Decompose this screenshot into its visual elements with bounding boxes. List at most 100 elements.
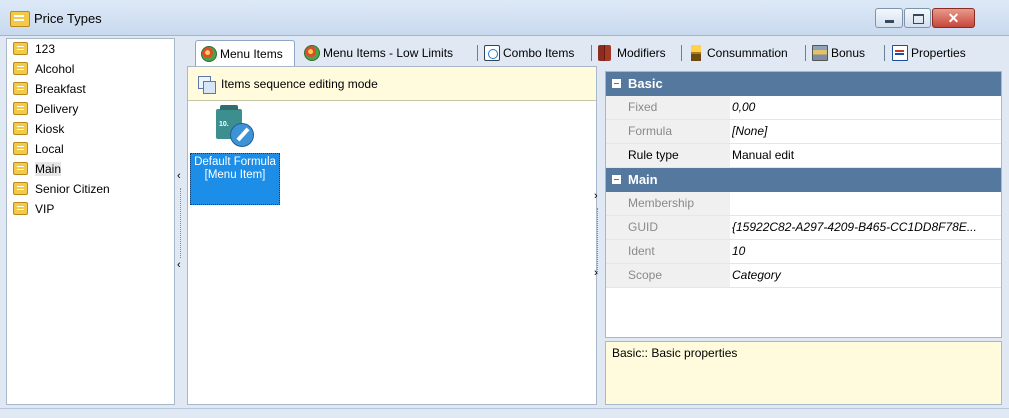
price-type-item[interactable]: Alcohol bbox=[13, 59, 74, 79]
bonus-icon bbox=[812, 45, 828, 61]
price-type-item[interactable]: 123 bbox=[13, 39, 55, 59]
tab-separator bbox=[591, 45, 592, 61]
price-type-label: Alcohol bbox=[35, 62, 75, 76]
collapse-right-arrow-icon[interactable]: › bbox=[594, 268, 598, 279]
mode-text: Items sequence editing mode bbox=[221, 77, 378, 91]
property-grid: Basic Fixed 0,00 Formula [None] Rule type M… bbox=[605, 71, 1002, 338]
folder-icon bbox=[13, 202, 28, 215]
window-title: Price Types bbox=[34, 11, 102, 26]
sequence-mode-icon bbox=[198, 76, 216, 94]
price-type-item-selected[interactable]: Main bbox=[13, 159, 62, 179]
splitter-grip[interactable] bbox=[597, 208, 599, 274]
price-type-item[interactable]: Local bbox=[13, 139, 64, 159]
tab-label: Consummation bbox=[707, 46, 788, 60]
property-name: Formula bbox=[606, 120, 730, 143]
property-description: Basic:: Basic properties bbox=[605, 341, 1002, 405]
properties-icon bbox=[892, 45, 908, 61]
tab-label: Combo Items bbox=[503, 46, 575, 60]
folder-icon bbox=[13, 62, 28, 75]
tab-separator bbox=[884, 45, 885, 61]
price-type-item[interactable]: Senior Citizen bbox=[13, 179, 110, 199]
folder-icon bbox=[13, 82, 28, 95]
menu-items-icon bbox=[201, 46, 217, 62]
price-type-label: Senior Citizen bbox=[35, 182, 110, 196]
price-type-label: Kiosk bbox=[35, 122, 65, 136]
property-value[interactable]: [None] bbox=[732, 120, 1000, 143]
tab-modifiers[interactable]: Modifiers bbox=[593, 40, 679, 66]
folder-icon bbox=[10, 11, 30, 27]
edit-pencil-icon bbox=[230, 123, 254, 147]
mode-info-bar: Items sequence editing mode bbox=[188, 67, 596, 101]
splitter-grip[interactable] bbox=[180, 188, 182, 258]
minimize-button[interactable] bbox=[875, 8, 903, 28]
property-value[interactable]: 10 bbox=[732, 240, 1000, 263]
category-title: Main bbox=[628, 172, 658, 187]
property-value[interactable]: 0,00 bbox=[732, 96, 1000, 119]
price-type-item[interactable]: Delivery bbox=[13, 99, 78, 119]
category-main[interactable]: Main bbox=[606, 168, 1001, 192]
close-button[interactable]: ✕ bbox=[932, 8, 975, 28]
tab-bonus[interactable]: Bonus bbox=[807, 40, 883, 66]
collapse-left-arrow-icon[interactable]: ‹ bbox=[177, 260, 181, 271]
tab-separator bbox=[681, 45, 682, 61]
property-value[interactable]: Manual edit bbox=[732, 144, 1000, 167]
property-value[interactable] bbox=[732, 192, 1000, 215]
property-value[interactable]: Category bbox=[732, 264, 1000, 287]
tab-label: Properties bbox=[911, 46, 966, 60]
property-row[interactable]: Scope Category bbox=[606, 264, 1001, 288]
property-name: GUID bbox=[606, 216, 730, 239]
tab-label: Modifiers bbox=[617, 46, 666, 60]
collapse-right-arrow-icon[interactable]: › bbox=[594, 191, 598, 202]
tab-label: Menu Items bbox=[220, 47, 283, 61]
item-badge: 10. bbox=[219, 121, 229, 128]
modifiers-icon bbox=[598, 45, 611, 61]
property-row[interactable]: Rule type Manual edit bbox=[606, 144, 1001, 168]
property-name: Membership bbox=[606, 192, 730, 215]
price-type-label: Local bbox=[35, 142, 64, 156]
tab-consummation[interactable]: Consummation bbox=[683, 40, 803, 66]
collapse-left-arrow-icon[interactable]: ‹ bbox=[177, 171, 181, 182]
price-type-item[interactable]: Kiosk bbox=[13, 119, 64, 139]
folder-icon bbox=[13, 102, 28, 115]
price-type-label: VIP bbox=[35, 202, 55, 216]
menu-items-panel: Items sequence editing mode 10. Default … bbox=[187, 66, 597, 405]
tab-properties[interactable]: Properties bbox=[887, 40, 987, 66]
category-title: Basic bbox=[628, 76, 663, 91]
collapse-icon[interactable] bbox=[612, 79, 621, 88]
property-name: Scope bbox=[606, 264, 730, 287]
left-splitter[interactable]: ‹ ‹ bbox=[176, 38, 186, 405]
tab-label: Menu Items - Low Limits bbox=[323, 46, 454, 60]
tab-combo-items[interactable]: Combo Items bbox=[479, 40, 589, 66]
price-type-item[interactable]: VIP bbox=[13, 199, 54, 219]
price-type-label: Breakfast bbox=[35, 82, 86, 96]
folder-icon bbox=[13, 122, 28, 135]
tab-label: Bonus bbox=[831, 46, 866, 60]
price-type-label: Main bbox=[35, 162, 62, 176]
maximize-button[interactable] bbox=[904, 8, 931, 28]
property-row[interactable]: Formula [None] bbox=[606, 120, 1001, 144]
property-row[interactable]: GUID {15922C82-A297-4209-B465-CC1DD8F78E.… bbox=[606, 216, 1001, 240]
collapse-icon[interactable] bbox=[612, 175, 621, 184]
price-type-list: 123 Alcohol Breakfast Delivery Kiosk Loc… bbox=[6, 38, 175, 405]
property-row[interactable]: Membership bbox=[606, 192, 1001, 216]
folder-icon bbox=[13, 42, 28, 55]
tab-menu-items[interactable]: Menu Items bbox=[195, 40, 295, 67]
title-bar: Price Types ✕ bbox=[0, 0, 1009, 36]
tab-menu-items-low-limits[interactable]: Menu Items - Low Limits bbox=[299, 40, 475, 66]
property-value[interactable]: {15922C82-A297-4209-B465-CC1DD8F78E... bbox=[732, 216, 1000, 239]
category-basic[interactable]: Basic bbox=[606, 72, 1001, 96]
price-type-item[interactable]: Breakfast bbox=[13, 79, 86, 99]
property-name: Ident bbox=[606, 240, 730, 263]
combo-icon bbox=[484, 45, 500, 61]
price-type-label: Delivery bbox=[35, 102, 79, 116]
property-row[interactable]: Fixed 0,00 bbox=[606, 96, 1001, 120]
folder-icon bbox=[13, 142, 28, 155]
consummation-icon bbox=[691, 45, 701, 61]
tab-separator bbox=[805, 45, 806, 61]
property-row[interactable]: Ident 10 bbox=[606, 240, 1001, 264]
right-splitter[interactable]: › › bbox=[593, 70, 603, 405]
close-icon: ✕ bbox=[947, 10, 960, 26]
item-label: Default Formula [Menu Item] bbox=[194, 156, 276, 181]
folder-icon bbox=[13, 182, 28, 195]
menu-item-tile[interactable]: Default Formula [Menu Item] bbox=[190, 153, 280, 205]
